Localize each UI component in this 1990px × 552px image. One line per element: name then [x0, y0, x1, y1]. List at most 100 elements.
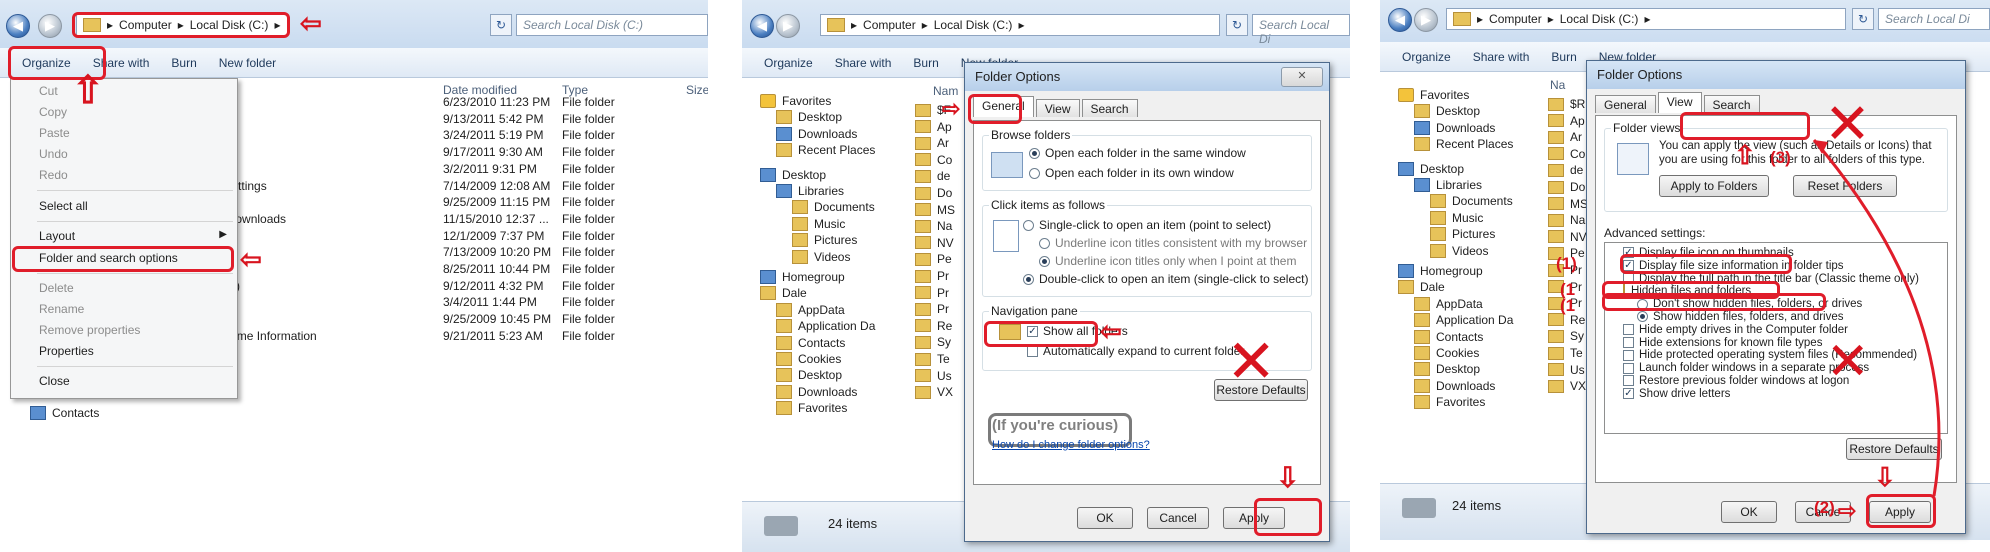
search-input[interactable]: Search Local Di: [1252, 14, 1350, 46]
nav-item-contacts[interactable]: Contacts: [30, 406, 99, 420]
radio-same-window[interactable]: Open each folder in the same window: [1029, 146, 1246, 160]
menu-select-all[interactable]: Select all: [39, 199, 88, 213]
list-item[interactable]: Pr: [915, 301, 949, 317]
burn-button[interactable]: Burn: [913, 56, 938, 70]
list-item[interactable]: Ar: [1548, 129, 1582, 145]
list-item[interactable]: VX: [915, 384, 953, 400]
nav-item[interactable]: Documents: [1430, 194, 1513, 209]
nav-item[interactable]: Pictures: [792, 233, 857, 248]
nav-item[interactable]: Videos: [1430, 243, 1488, 258]
nav-item[interactable]: Music: [792, 216, 845, 231]
list-item[interactable]: MS: [915, 202, 955, 218]
organize-button[interactable]: Organize: [764, 56, 813, 70]
nav-item[interactable]: Music: [1430, 210, 1483, 225]
nav-item[interactable]: Downloads: [776, 126, 857, 141]
forward-button[interactable]: ▶: [776, 14, 800, 38]
forward-button[interactable]: ▶: [1414, 8, 1438, 32]
nav-item[interactable]: Desktop: [776, 368, 842, 383]
nav-item[interactable]: Videos: [792, 249, 850, 264]
refresh-button[interactable]: ↻: [1852, 8, 1874, 30]
nav-item[interactable]: Recent Places: [1414, 137, 1513, 152]
advanced-setting-item[interactable]: Hide protected operating system files (R…: [1623, 349, 1917, 361]
nav-item[interactable]: Cookies: [1414, 346, 1479, 360]
list-item[interactable]: MS: [1548, 196, 1588, 212]
nav-item[interactable]: Pictures: [1430, 227, 1495, 242]
back-button[interactable]: ◀: [6, 14, 30, 38]
nav-item[interactable]: Favorites: [1398, 88, 1469, 102]
menu-close[interactable]: Close: [39, 374, 70, 388]
menu-undo[interactable]: Undo: [39, 147, 68, 161]
menu-rename[interactable]: Rename: [39, 302, 84, 316]
apply-to-folders-button[interactable]: Apply to Folders: [1659, 175, 1769, 197]
advanced-setting-item[interactable]: Hide extensions for known file types: [1623, 337, 1822, 349]
menu-cut[interactable]: Cut: [39, 84, 58, 98]
nav-item[interactable]: Desktop: [760, 167, 826, 182]
list-item[interactable]: Pr: [915, 268, 949, 284]
nav-item[interactable]: AppData: [1414, 296, 1483, 311]
list-item[interactable]: Do: [1548, 179, 1585, 195]
nav-item[interactable]: Dale: [1398, 280, 1445, 295]
share-with-button[interactable]: Share with: [1473, 50, 1530, 64]
tab-view[interactable]: View: [1035, 99, 1080, 117]
nav-item[interactable]: Desktop: [1414, 104, 1480, 119]
list-item[interactable]: Ap: [1548, 113, 1585, 129]
tab-search[interactable]: Search: [1081, 99, 1138, 117]
radio-own-window[interactable]: Open each folder in its own window: [1029, 166, 1234, 180]
search-input[interactable]: Search Local Disk (C:): [516, 14, 708, 36]
nav-item[interactable]: Libraries: [1414, 178, 1482, 192]
help-link[interactable]: How do I change folder options?: [992, 439, 1150, 451]
breadcrumb-computer[interactable]: Computer: [863, 18, 916, 32]
ok-button[interactable]: OK: [1721, 501, 1777, 523]
list-item[interactable]: Te: [1548, 345, 1583, 361]
ok-button[interactable]: OK: [1077, 507, 1133, 529]
nav-item[interactable]: Contacts: [776, 335, 845, 350]
list-item[interactable]: Na: [1548, 212, 1585, 228]
nav-item[interactable]: Favorites: [760, 94, 831, 108]
search-input[interactable]: Search Local Di: [1878, 8, 1990, 30]
nav-item[interactable]: Favorites: [1414, 395, 1485, 410]
list-item[interactable]: Pr: [915, 285, 949, 301]
breadcrumb-drive[interactable]: Local Disk (C:): [1560, 12, 1639, 26]
list-item[interactable]: Pe: [915, 251, 952, 267]
nav-item[interactable]: Application Da: [776, 319, 875, 334]
list-item[interactable]: Na: [915, 218, 952, 234]
nav-item[interactable]: AppData: [776, 302, 845, 317]
organize-button[interactable]: Organize: [1402, 50, 1451, 64]
nav-item[interactable]: Downloads: [1414, 120, 1495, 135]
menu-layout[interactable]: Layout: [39, 229, 75, 243]
refresh-button[interactable]: ↻: [1226, 14, 1248, 36]
nav-item[interactable]: Desktop: [1414, 362, 1480, 377]
list-item[interactable]: Sy: [1548, 328, 1584, 344]
list-item[interactable]: Ar: [915, 135, 949, 151]
list-item[interactable]: $R: [1548, 96, 1585, 112]
list-item[interactable]: VX: [1548, 378, 1586, 394]
nav-item[interactable]: Cookies: [776, 352, 841, 366]
nav-item[interactable]: Libraries: [776, 184, 844, 198]
advanced-setting-item[interactable]: Show hidden files, folders, and drives: [1637, 311, 1844, 323]
new-folder-button[interactable]: New folder: [219, 56, 276, 70]
forward-button[interactable]: ▶: [38, 14, 62, 38]
tab-view[interactable]: View: [1657, 92, 1702, 113]
list-item[interactable]: Us: [915, 368, 952, 384]
nav-item[interactable]: Desktop: [776, 110, 842, 125]
list-item[interactable]: Co: [915, 152, 952, 168]
nav-item[interactable]: Contacts: [1414, 329, 1483, 344]
nav-item[interactable]: Documents: [792, 200, 875, 215]
back-button[interactable]: ◀: [1388, 8, 1412, 32]
list-item[interactable]: Co: [1548, 146, 1585, 162]
share-with-button[interactable]: Share with: [835, 56, 892, 70]
list-item[interactable]: NV: [1548, 229, 1587, 245]
advanced-setting-item[interactable]: ✓ Show drive letters: [1623, 388, 1730, 400]
reset-folders-button[interactable]: Reset Folders: [1793, 175, 1897, 197]
close-button[interactable]: ✕: [1281, 67, 1323, 87]
nav-item[interactable]: Homegroup: [1398, 264, 1483, 278]
cancel-button[interactable]: Cancel: [1147, 507, 1209, 529]
list-item[interactable]: Te: [915, 351, 950, 367]
burn-button[interactable]: Burn: [1551, 50, 1576, 64]
menu-delete[interactable]: Delete: [39, 281, 74, 295]
menu-paste[interactable]: Paste: [39, 126, 70, 140]
menu-remove-properties[interactable]: Remove properties: [39, 323, 140, 337]
back-button[interactable]: ◀: [750, 14, 774, 38]
nav-item[interactable]: Favorites: [776, 401, 847, 416]
column-name[interactable]: Na: [1550, 78, 1565, 92]
